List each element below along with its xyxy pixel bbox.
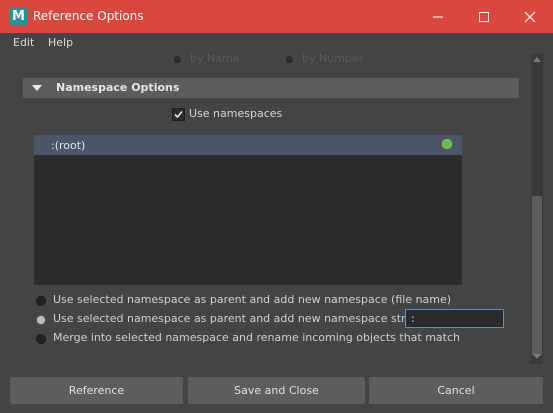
radio-label-parent-string[interactable]: Use selected namespace as parent and add… xyxy=(53,312,426,325)
partial-radio-label-by-number: by Number xyxy=(302,53,364,65)
scroll-down-icon[interactable] xyxy=(533,354,541,359)
menu-bar: Edit Help xyxy=(0,33,553,53)
section-title: Namespace Options xyxy=(56,81,180,94)
namespace-string-input[interactable] xyxy=(405,309,504,328)
partial-radio-label-by-name: by Name xyxy=(190,53,240,65)
radio-label-merge-rename[interactable]: Merge into selected namespace and rename… xyxy=(53,331,460,344)
close-button[interactable] xyxy=(507,0,553,33)
namespace-options-header[interactable]: Namespace Options xyxy=(23,78,519,98)
cancel-button[interactable]: Cancel xyxy=(369,377,543,404)
maximize-button[interactable] xyxy=(461,0,507,33)
radio-label-parent-file-name[interactable]: Use selected namespace as parent and add… xyxy=(53,293,451,306)
namespace-tree-list[interactable]: :(root) xyxy=(34,135,462,285)
minimize-button[interactable] xyxy=(415,0,461,33)
maya-app-icon: M xyxy=(10,8,27,25)
scroll-up-icon[interactable] xyxy=(533,57,541,62)
namespace-row-root[interactable]: :(root) xyxy=(34,135,462,155)
expand-arrow-icon xyxy=(32,85,42,91)
checkmark-icon xyxy=(174,110,183,119)
use-namespaces-checkbox[interactable] xyxy=(172,108,185,121)
partial-radio-by-number[interactable] xyxy=(286,56,293,63)
menu-edit[interactable]: Edit xyxy=(13,36,34,49)
options-scroll-area: by Name by Number Namespace Options Use … xyxy=(10,53,529,364)
title-bar[interactable]: M Reference Options xyxy=(0,0,553,33)
radio-merge-rename[interactable] xyxy=(36,334,46,344)
status-dot-icon xyxy=(442,139,452,149)
reference-button[interactable]: Reference xyxy=(10,377,183,404)
radio-parent-file-name[interactable] xyxy=(36,296,46,306)
radio-parent-string[interactable] xyxy=(36,315,46,325)
menu-help[interactable]: Help xyxy=(48,36,73,49)
save-and-close-button[interactable]: Save and Close xyxy=(188,377,365,404)
namespace-row-label: :(root) xyxy=(51,139,86,152)
close-icon xyxy=(524,11,536,23)
vertical-scrollbar[interactable] xyxy=(531,53,543,364)
maximize-icon xyxy=(479,12,489,22)
scrollbar-thumb[interactable] xyxy=(532,196,542,356)
minimize-icon xyxy=(433,16,443,18)
use-namespaces-label[interactable]: Use namespaces xyxy=(189,107,282,120)
partial-radio-by-name[interactable] xyxy=(174,56,181,63)
window-title: Reference Options xyxy=(33,9,144,23)
